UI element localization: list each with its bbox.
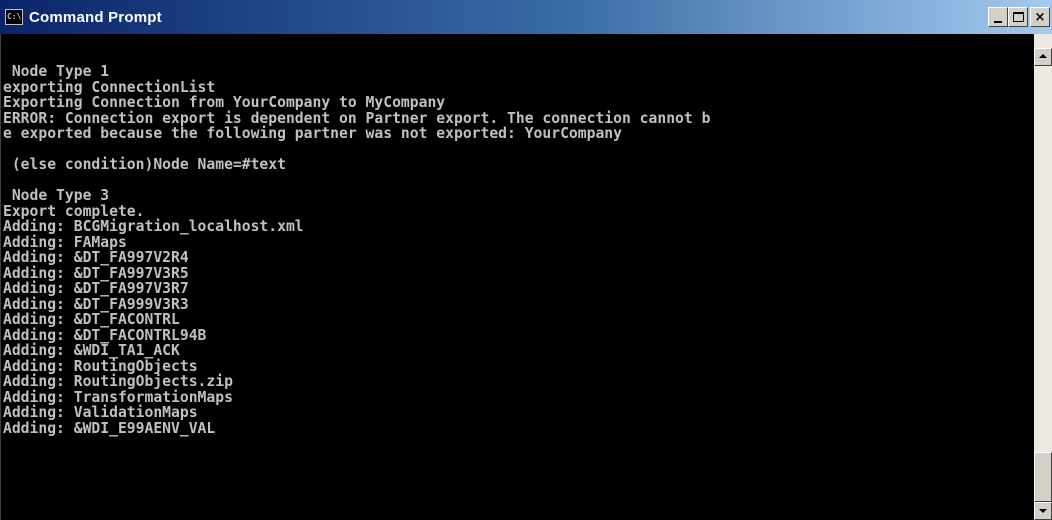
console-output[interactable]: Node Type 1 exporting ConnectionList Expor… <box>0 34 1034 520</box>
minimize-button[interactable] <box>988 7 1008 27</box>
console-line: Adding: &DT_FA997V2R4 <box>3 249 189 266</box>
console-line: Adding: &DT_FACONTRL <box>3 311 180 328</box>
scroll-down-button[interactable] <box>1034 502 1052 520</box>
down-arrow-icon <box>1039 509 1047 513</box>
console-line: Adding: &DT_FACONTRL94B <box>3 326 207 344</box>
console-line: Node Type 3 <box>3 187 110 204</box>
console-line: Adding: &WDI_E99AENV_VAL <box>3 419 216 437</box>
console-line: Exporting Connection from YourCompany to… <box>3 94 446 111</box>
console-line: ERROR: Connection export is dependent on… <box>3 109 711 127</box>
console-line: Adding: FAMaps <box>3 233 127 251</box>
window-controls: × <box>988 7 1050 27</box>
command-prompt-icon[interactable]: C:\ <box>5 9 23 25</box>
command-prompt-window: C:\ Command Prompt × Node Type 1 exportin… <box>0 0 1052 520</box>
console-line: Adding: ValidationMaps <box>3 404 198 421</box>
title-bar[interactable]: C:\ Command Prompt × <box>0 0 1052 34</box>
scrollbar-thumb[interactable] <box>1034 452 1052 502</box>
console-line: Adding: RoutingObjects <box>3 357 198 375</box>
maximize-icon <box>1012 12 1024 22</box>
console-line: Adding: RoutingObjects.zip <box>3 373 233 390</box>
scroll-up-button[interactable] <box>1034 48 1052 66</box>
console-line: exporting ConnectionList <box>3 78 216 96</box>
console-line: Adding: TransformationMaps <box>3 388 233 406</box>
console-line: Adding: &DT_FA999V3R3 <box>3 295 189 313</box>
console-line: Adding: BCGMigration_localhost.xml <box>3 218 304 235</box>
console-line: Adding: &DT_FA997V3R5 <box>3 264 189 282</box>
console-line: e exported because the following partner… <box>3 125 622 142</box>
minimize-icon <box>994 21 1002 23</box>
console-line: Adding: &DT_FA997V3R7 <box>3 280 189 297</box>
close-button[interactable]: × <box>1030 7 1050 27</box>
vertical-scrollbar[interactable] <box>1034 34 1052 520</box>
close-icon: × <box>1034 9 1046 25</box>
console-line: Node Type 1 <box>3 63 110 80</box>
up-arrow-icon <box>1039 54 1047 58</box>
maximize-button[interactable] <box>1008 7 1028 27</box>
console-line: (else condition)Node Name=#text <box>3 156 286 173</box>
console-line: Export complete. <box>3 202 145 220</box>
window-title: Command Prompt <box>29 8 162 26</box>
console-line: Adding: &WDI_TA1_ACK <box>3 342 180 359</box>
